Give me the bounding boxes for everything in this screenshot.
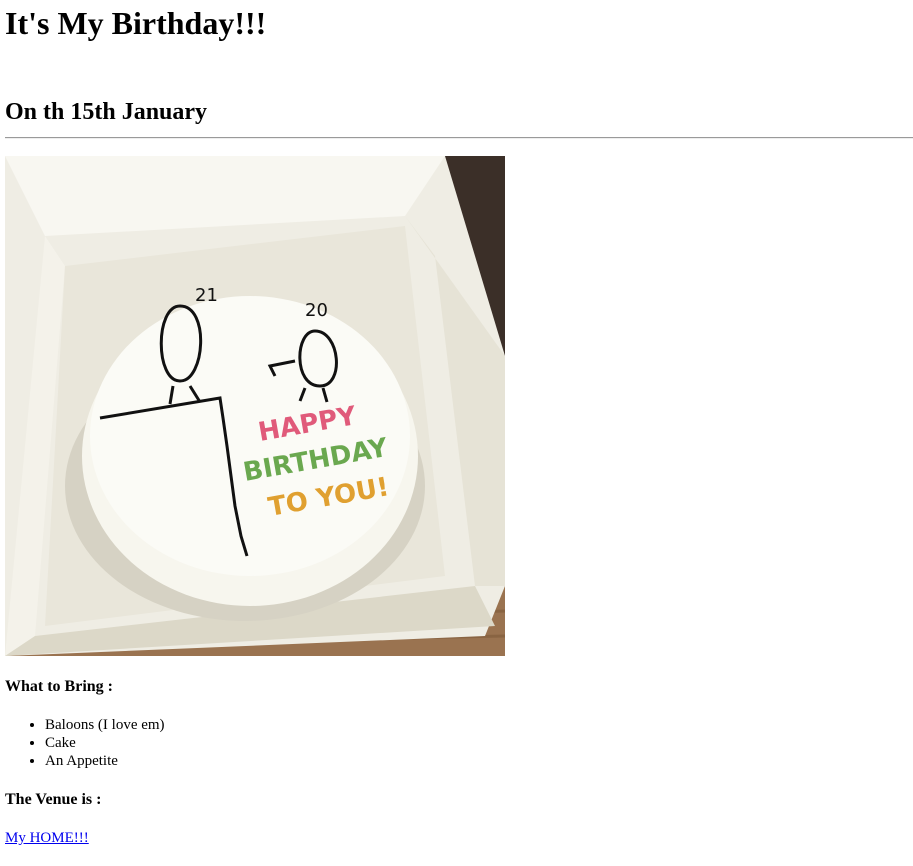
- bring-list: Baloons (I love em) Cake An Appetite: [5, 716, 165, 770]
- birthday-cake-photo: 21 20 HAPPY BIRTHDAY TO YOU!: [5, 156, 505, 656]
- bring-heading: What to Bring :: [5, 678, 113, 695]
- cake-age-20: 20: [305, 300, 328, 321]
- list-item: An Appetite: [45, 752, 165, 770]
- venue-heading: The Venue is :: [5, 791, 102, 808]
- list-item: Baloons (I love em): [45, 716, 165, 734]
- page: It's My Birthday!!! On th 15th January 2…: [0, 0, 913, 846]
- date-heading: On th 15th January: [5, 99, 208, 125]
- divider: [5, 137, 913, 139]
- cake-age-21: 21: [195, 285, 218, 306]
- list-item: Cake: [45, 734, 165, 752]
- venue-link[interactable]: My HOME!!!: [5, 829, 89, 847]
- page-title: It's My Birthday!!!: [5, 5, 267, 41]
